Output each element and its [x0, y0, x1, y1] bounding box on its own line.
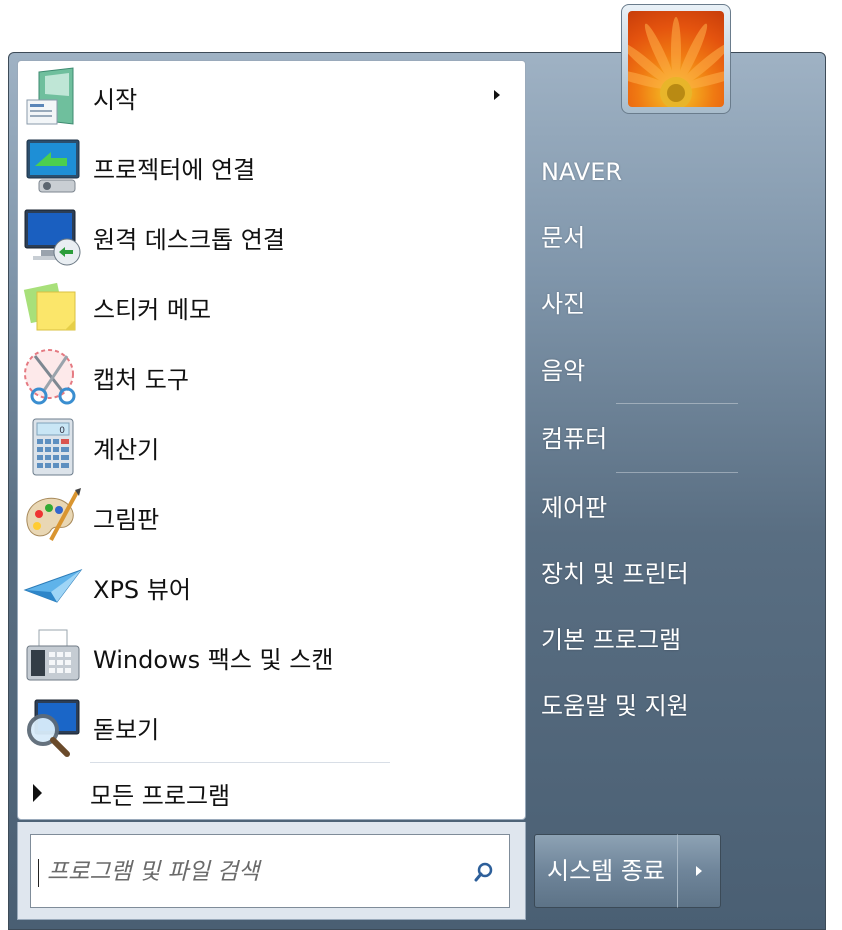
program-item-sticky-notes[interactable]: 스티커 메모	[19, 273, 524, 341]
xps-viewer-icon	[21, 556, 83, 618]
right-link-help-support[interactable]: 도움말 및 지원	[541, 686, 811, 726]
program-item-remote-desktop[interactable]: 원격 데스크톱 연결	[19, 203, 524, 271]
program-item-magnifier[interactable]: 돋보기	[19, 693, 524, 761]
program-item-calculator[interactable]: 0 계산기	[19, 413, 524, 481]
calculator-display: 0	[59, 426, 65, 436]
projector-icon	[21, 136, 83, 198]
right-link-naver[interactable]: NAVER	[541, 152, 811, 192]
right-link-music[interactable]: 음악	[541, 351, 811, 391]
program-label: XPS 뷰어	[93, 575, 191, 604]
right-link-computer[interactable]: 컴퓨터	[541, 419, 811, 459]
program-label: 그림판	[93, 505, 160, 534]
paint-icon	[21, 486, 83, 548]
program-label: 돋보기	[93, 715, 160, 744]
fax-scan-icon	[21, 626, 83, 688]
program-item-xps-viewer[interactable]: XPS 뷰어	[19, 553, 524, 621]
program-item-snipping-tool[interactable]: 캡처 도구	[19, 343, 524, 411]
remote-desktop-icon	[21, 206, 83, 268]
right-link-documents[interactable]: 문서	[541, 218, 811, 258]
program-item-projector[interactable]: 프로젝터에 연결	[19, 133, 524, 201]
getting-started-icon	[21, 66, 83, 128]
right-link-pictures[interactable]: 사진	[541, 284, 811, 324]
shutdown-button[interactable]: 시스템 종료	[534, 834, 678, 908]
program-item-paint[interactable]: 그림판	[19, 483, 524, 551]
program-label: 캡처 도구	[93, 365, 189, 394]
search-icon[interactable]	[473, 861, 495, 883]
separator	[90, 762, 390, 763]
all-programs-button[interactable]: 모든 프로그램	[19, 770, 524, 816]
submenu-arrow-icon[interactable]	[494, 90, 500, 100]
right-link-control-panel[interactable]: 제어판	[541, 488, 811, 528]
text-caret	[38, 859, 39, 887]
calculator-icon: 0	[21, 416, 83, 478]
sticky-notes-icon	[21, 276, 83, 338]
search-box[interactable]	[30, 834, 510, 908]
program-label: 프로젝터에 연결	[93, 155, 256, 184]
chevron-right-icon	[696, 866, 702, 876]
program-label: 원격 데스크톱 연결	[93, 225, 285, 254]
user-picture[interactable]	[621, 4, 731, 114]
flower-photo-icon	[628, 11, 724, 107]
shutdown-options-button[interactable]	[677, 834, 721, 908]
search-input[interactable]	[45, 849, 469, 895]
right-link-devices-printers[interactable]: 장치 및 프린터	[541, 554, 811, 594]
program-item-fax-scan[interactable]: Windows 팩스 및 스캔	[19, 623, 524, 691]
snipping-tool-icon	[21, 346, 83, 408]
right-link-default-programs[interactable]: 기본 프로그램	[541, 620, 811, 660]
magnifier-icon	[21, 696, 83, 758]
program-item-getting-started[interactable]: 시작	[19, 63, 524, 131]
separator	[616, 403, 738, 404]
program-label: 시작	[93, 85, 138, 114]
all-programs-label: 모든 프로그램	[90, 781, 231, 810]
separator	[616, 472, 738, 473]
program-label: 스티커 메모	[93, 295, 212, 324]
program-label: Windows 팩스 및 스캔	[93, 645, 334, 674]
expand-arrow-icon	[33, 784, 42, 802]
program-label: 계산기	[93, 435, 160, 464]
